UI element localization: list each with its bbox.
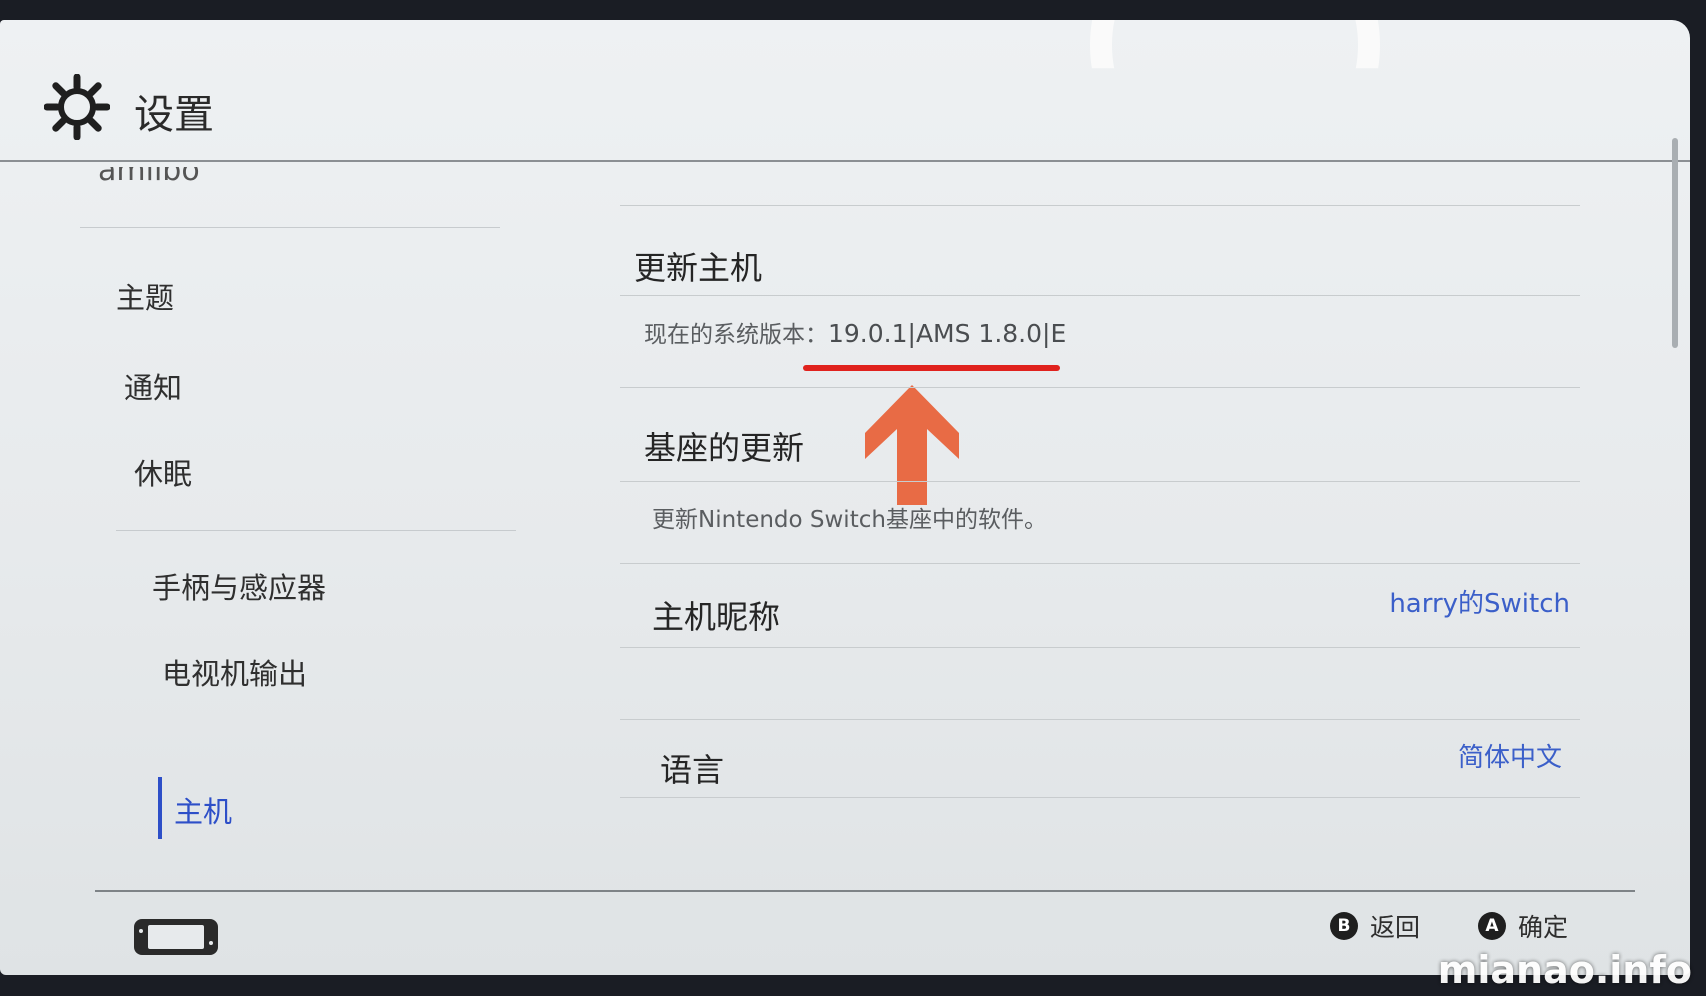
update-console-title: 更新主机 [634,249,763,287]
gear-icon [44,74,110,140]
content-divider [620,295,1580,296]
ok-label: 确定 [1518,913,1569,942]
system-version-prefix: 现在的系统版本： [644,322,828,348]
b-button-icon: B [1330,912,1358,940]
content-divider [620,563,1580,564]
back-label: 返回 [1370,913,1421,942]
sidebar-item-system[interactable]: 主机 [174,789,232,831]
content-panel: 更新主机 现在的系统版本：19.0.1|AMS 1.8.0|E 基座的更新 更新… [600,165,1610,885]
a-button-icon: A [1478,912,1506,940]
header-divider [0,160,1690,162]
system-version-label: 现在的系统版本：19.0.1|AMS 1.8.0|E [644,315,1066,349]
scrollbar[interactable] [1672,138,1678,348]
page-title: 设置 [134,92,214,138]
console-nickname-title: 主机昵称 [652,598,781,636]
annotation-underline [803,365,1060,371]
sidebar-item-sleep[interactable]: 休眠 [134,451,192,493]
sidebar-item-tv-output[interactable]: 电视机输出 [162,651,307,693]
console-icon [134,919,218,955]
sidebar-divider [80,227,500,228]
content-divider [620,719,1580,720]
system-version-value: 19.0.1|AMS 1.8.0|E [828,319,1067,348]
content-divider [620,481,1580,482]
ok-button[interactable]: A 确定 [1478,908,1568,944]
language-title: 语言 [660,751,725,789]
sidebar-item-notifications[interactable]: 通知 [124,365,182,407]
dock-update-desc: 更新Nintendo Switch基座中的软件。 [652,507,1047,533]
content-divider [620,387,1580,388]
settings-screen: 设置 amiibo 主题 通知 休眠 手柄与感应器 电视机输出 主机 更新主机 … [0,20,1690,975]
dock-update-title: 基座的更新 [644,429,805,467]
content-divider [620,797,1580,798]
content-divider [620,205,1580,206]
footer-divider [95,890,1635,892]
sidebar: amiibo 主题 通知 休眠 手柄与感应器 电视机输出 主机 [60,165,530,865]
active-indicator [158,777,162,839]
sidebar-divider [116,530,516,531]
up-arrow-icon [865,385,959,505]
sidebar-item-controllers[interactable]: 手柄与感应器 [152,565,326,607]
header: 设置 [0,20,1690,160]
console-nickname-value: harry的Switch [1389,589,1570,619]
language-value: 简体中文 [1457,743,1562,773]
watermark: mianao.info [1437,948,1692,992]
sidebar-item-theme[interactable]: 主题 [116,275,174,317]
content-divider [620,647,1580,648]
back-button[interactable]: B 返回 [1330,908,1420,944]
